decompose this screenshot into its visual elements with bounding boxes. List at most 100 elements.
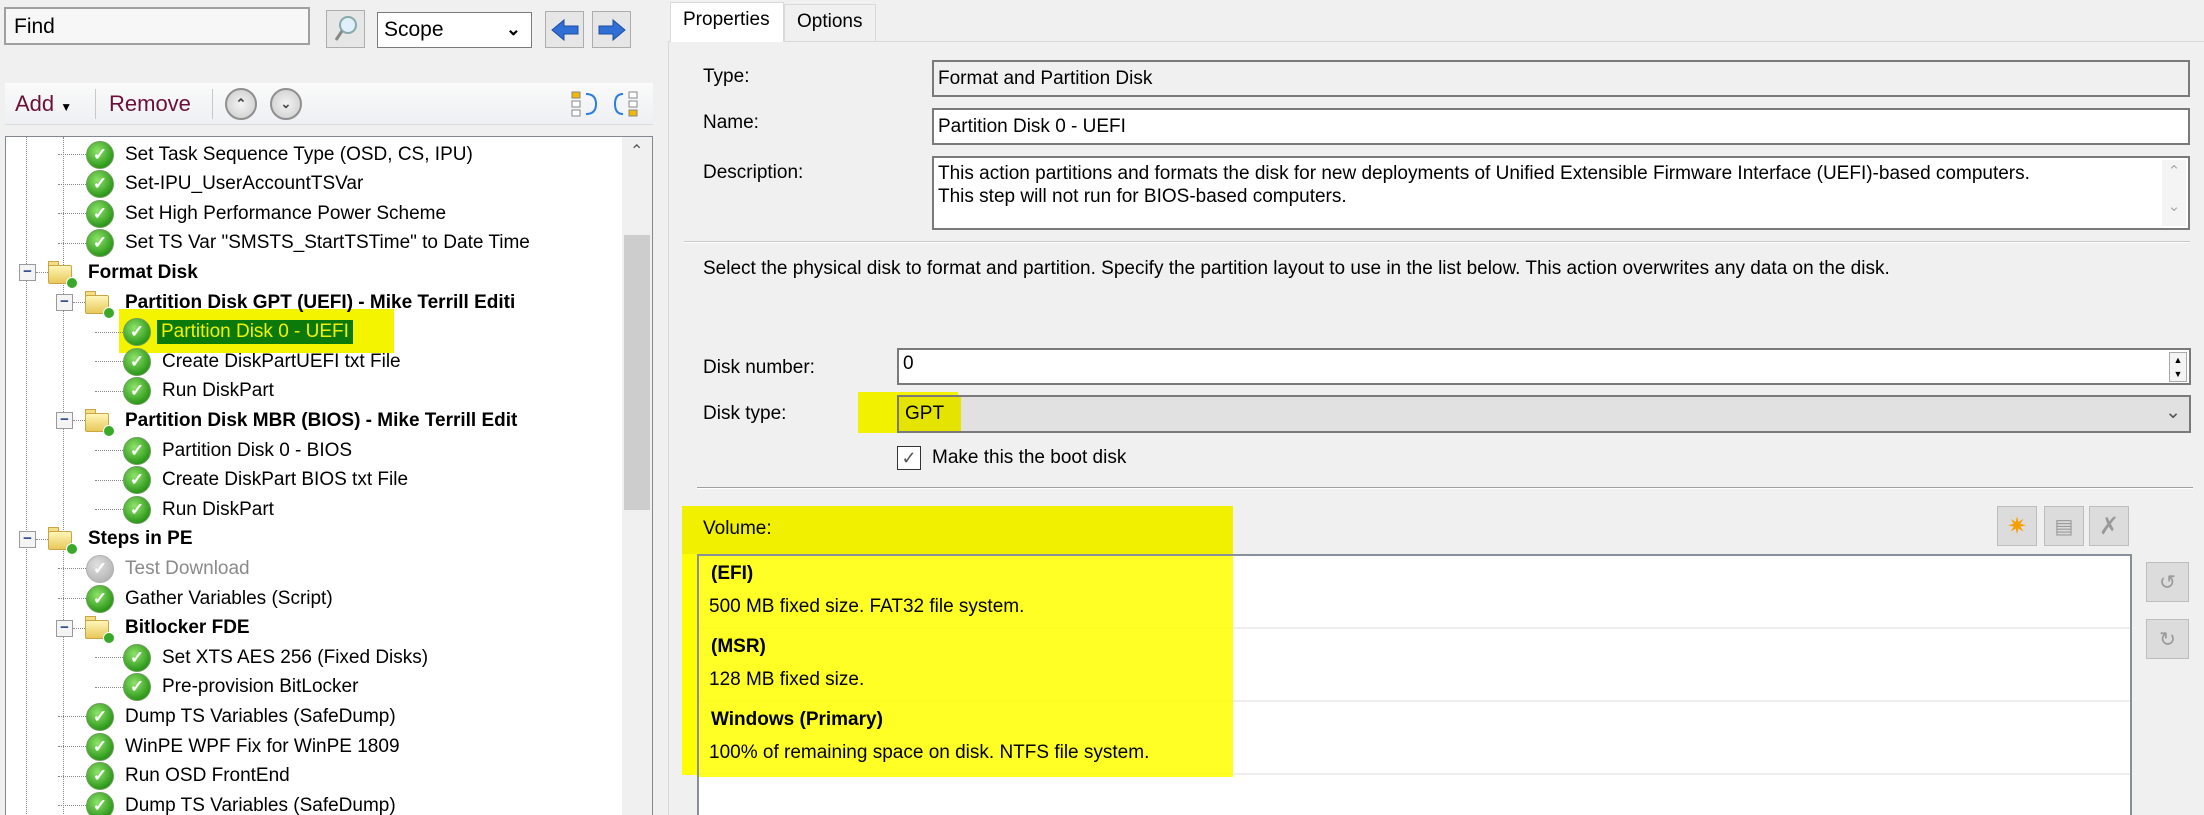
tree-scrollbar[interactable]: ⌃: [622, 137, 652, 815]
indent-icon[interactable]: [570, 89, 600, 119]
tree-item-label: Create DiskPartUEFI txt File: [162, 350, 401, 372]
tree-step[interactable]: ✓ Gather Variables (Script): [58, 584, 333, 613]
tree-step[interactable]: ✓ Run OSD FrontEnd: [58, 762, 290, 791]
tree-item-label: Set TS Var "SMSTS_StartTSTime" to Date T…: [125, 232, 530, 254]
volume-properties-button[interactable]: ▤: [2044, 506, 2084, 546]
remove-button[interactable]: Remove: [109, 91, 191, 117]
disk-type-label: Disk type:: [703, 403, 787, 424]
task-sequence-tree[interactable]: ✓ Set Task Sequence Type (OSD, CS, IPU) ✓ S…: [5, 136, 653, 815]
scrollbar-thumb[interactable]: [624, 235, 650, 510]
scope-select[interactable]: Scope ⌄: [377, 12, 532, 48]
tree-item-label: Partition Disk MBR (BIOS) - Mike Terrill…: [125, 409, 518, 431]
collapse-icon[interactable]: −: [56, 412, 73, 430]
tree-group[interactable]: − Steps in PE: [19, 525, 193, 556]
description-scrollbar[interactable]: ⌃ ⌄: [2162, 160, 2186, 226]
tree-line: [26, 137, 27, 815]
tree-item-label: Run DiskPart: [162, 380, 274, 402]
tree-item-label: Run OSD FrontEnd: [125, 765, 290, 787]
tree-connector: [73, 627, 85, 629]
tree-step[interactable]: ✓ Pre-provision BitLocker: [95, 673, 358, 702]
collapse-icon[interactable]: −: [56, 619, 73, 637]
volume-name: (MSR): [711, 636, 766, 657]
volume-detail: 100% of remaining space on disk. NTFS fi…: [709, 742, 1150, 763]
volume-row-text: (EFI) 500 MB fixed size. FAT32 file syste…: [699, 556, 2130, 629]
tab-properties[interactable]: Properties: [670, 2, 784, 42]
tree-connector: [58, 775, 86, 777]
tree-step[interactable]: ✓ Set High Performance Power Scheme: [58, 199, 446, 228]
type-field: Format and Partition Disk: [932, 60, 2190, 97]
tree-step[interactable]: ✓ Run DiskPart: [95, 495, 274, 524]
find-input[interactable]: Find: [4, 7, 310, 45]
tree-connector: [58, 183, 86, 185]
check-icon: ✓: [86, 140, 114, 169]
disk-number-label: Disk number:: [703, 357, 815, 378]
scroll-up-icon[interactable]: ⌃: [630, 141, 643, 161]
tree-group[interactable]: − Bitlocker FDE: [56, 614, 250, 645]
chevron-down-icon: ⌄: [2165, 402, 2181, 423]
check-icon: ✓: [123, 495, 151, 524]
move-volume-down-button[interactable]: ↻: [2146, 619, 2189, 659]
collapse-icon[interactable]: −: [19, 264, 36, 282]
check-icon: ✓: [86, 702, 114, 731]
tree-step[interactable]: ✓ Dump TS Variables (SafeDump): [58, 702, 396, 731]
double-chevron-up-icon: ⌃: [235, 96, 247, 111]
tree-item-label: Partition Disk GPT (UEFI) - Mike Terrill…: [125, 291, 516, 313]
disk-type-select[interactable]: GPT ⌄: [897, 395, 2191, 433]
scroll-up-icon[interactable]: ⌃: [2162, 160, 2186, 183]
tree-step[interactable]: ✓ Set-IPU_UserAccountTSVar: [58, 170, 363, 199]
double-chevron-down-icon: ⌄: [280, 96, 292, 111]
add-menu-button[interactable]: Add ▼: [15, 91, 72, 117]
new-volume-button[interactable]: ✷: [1997, 506, 2037, 546]
search-button[interactable]: [326, 10, 365, 48]
move-down-button[interactable]: ⌄: [270, 88, 302, 120]
disk-number-spinner[interactable]: ▲ ▼: [2169, 352, 2187, 382]
move-down-icon: ↻: [2159, 628, 2176, 651]
volume-list[interactable]: (EFI) 500 MB fixed size. FAT32 file syste…: [697, 554, 2132, 815]
collapse-icon[interactable]: −: [56, 294, 73, 311]
tree-step[interactable]: ✓ WinPE WPF Fix for WinPE 1809: [58, 732, 400, 761]
volume-label: Volume:: [703, 518, 772, 539]
boot-disk-checkbox[interactable]: ✓: [897, 446, 921, 470]
tree-connector: [95, 361, 123, 363]
tree-step[interactable]: ✓ Set XTS AES 256 (Fixed Disks): [95, 643, 428, 672]
next-button[interactable]: [592, 11, 631, 48]
tree-connector: [36, 538, 48, 540]
tree-step[interactable]: ✓ Partition Disk 0 - UEFI: [95, 318, 353, 347]
tree-step[interactable]: ✓ Create DiskPartUEFI txt File: [95, 347, 401, 376]
tree-group[interactable]: − Format Disk: [19, 258, 198, 289]
tree-item-label: Partition Disk 0 - BIOS: [162, 439, 353, 461]
arrow-right-icon: [598, 18, 626, 41]
delete-volume-button[interactable]: ✗: [2089, 506, 2129, 546]
tree-group[interactable]: − Partition Disk GPT (UEFI) - Mike Terril…: [56, 288, 516, 319]
starburst-icon: ✷: [2006, 512, 2028, 540]
outdent-icon[interactable]: [611, 89, 641, 119]
move-up-button[interactable]: ⌃: [225, 88, 257, 120]
name-input[interactable]: Partition Disk 0 - UEFI: [932, 108, 2190, 145]
description-line: This step will not run for BIOS-based co…: [938, 186, 1347, 207]
tree-step[interactable]: ✓ Set Task Sequence Type (OSD, CS, IPU): [58, 140, 473, 169]
disabled-step-icon: ✓: [86, 554, 114, 583]
tree-step[interactable]: ✓ Partition Disk 0 - BIOS: [95, 436, 352, 465]
previous-button[interactable]: [545, 11, 584, 48]
description-textarea[interactable]: This action partitions and formats the d…: [932, 156, 2190, 230]
tree-step[interactable]: ✓ Run DiskPart: [95, 377, 274, 406]
tree-item-label: Create DiskPart BIOS txt File: [162, 469, 409, 491]
tab-options[interactable]: Options: [784, 4, 876, 42]
collapse-icon[interactable]: −: [19, 530, 36, 548]
dropdown-arrow-icon: ▼: [60, 100, 73, 114]
tree-step[interactable]: ✓ Set TS Var "SMSTS_StartTSTime" to Date …: [58, 229, 530, 258]
tree-group[interactable]: − Partition Disk MBR (BIOS) - Mike Terril…: [56, 406, 518, 437]
check-icon: ✓: [86, 199, 114, 228]
tree-item-label: Partition Disk 0 - UEFI: [157, 320, 353, 345]
spin-up-icon[interactable]: ▲: [2170, 353, 2186, 367]
tree-connector: [58, 213, 86, 215]
disk-number-input[interactable]: 0 ▲ ▼: [897, 348, 2191, 385]
tree-step[interactable]: ✓ Test Download: [58, 554, 250, 583]
folder-icon: [48, 527, 78, 556]
scroll-down-icon[interactable]: ⌄: [2162, 195, 2186, 218]
spin-down-icon[interactable]: ▼: [2170, 367, 2186, 381]
tree-step[interactable]: ✓ Create DiskPart BIOS txt File: [95, 466, 408, 495]
tree-connector: [73, 420, 85, 422]
tree-step[interactable]: ✓ Dump TS Variables (SafeDump): [58, 791, 396, 815]
move-volume-up-button[interactable]: ↺: [2146, 562, 2189, 602]
